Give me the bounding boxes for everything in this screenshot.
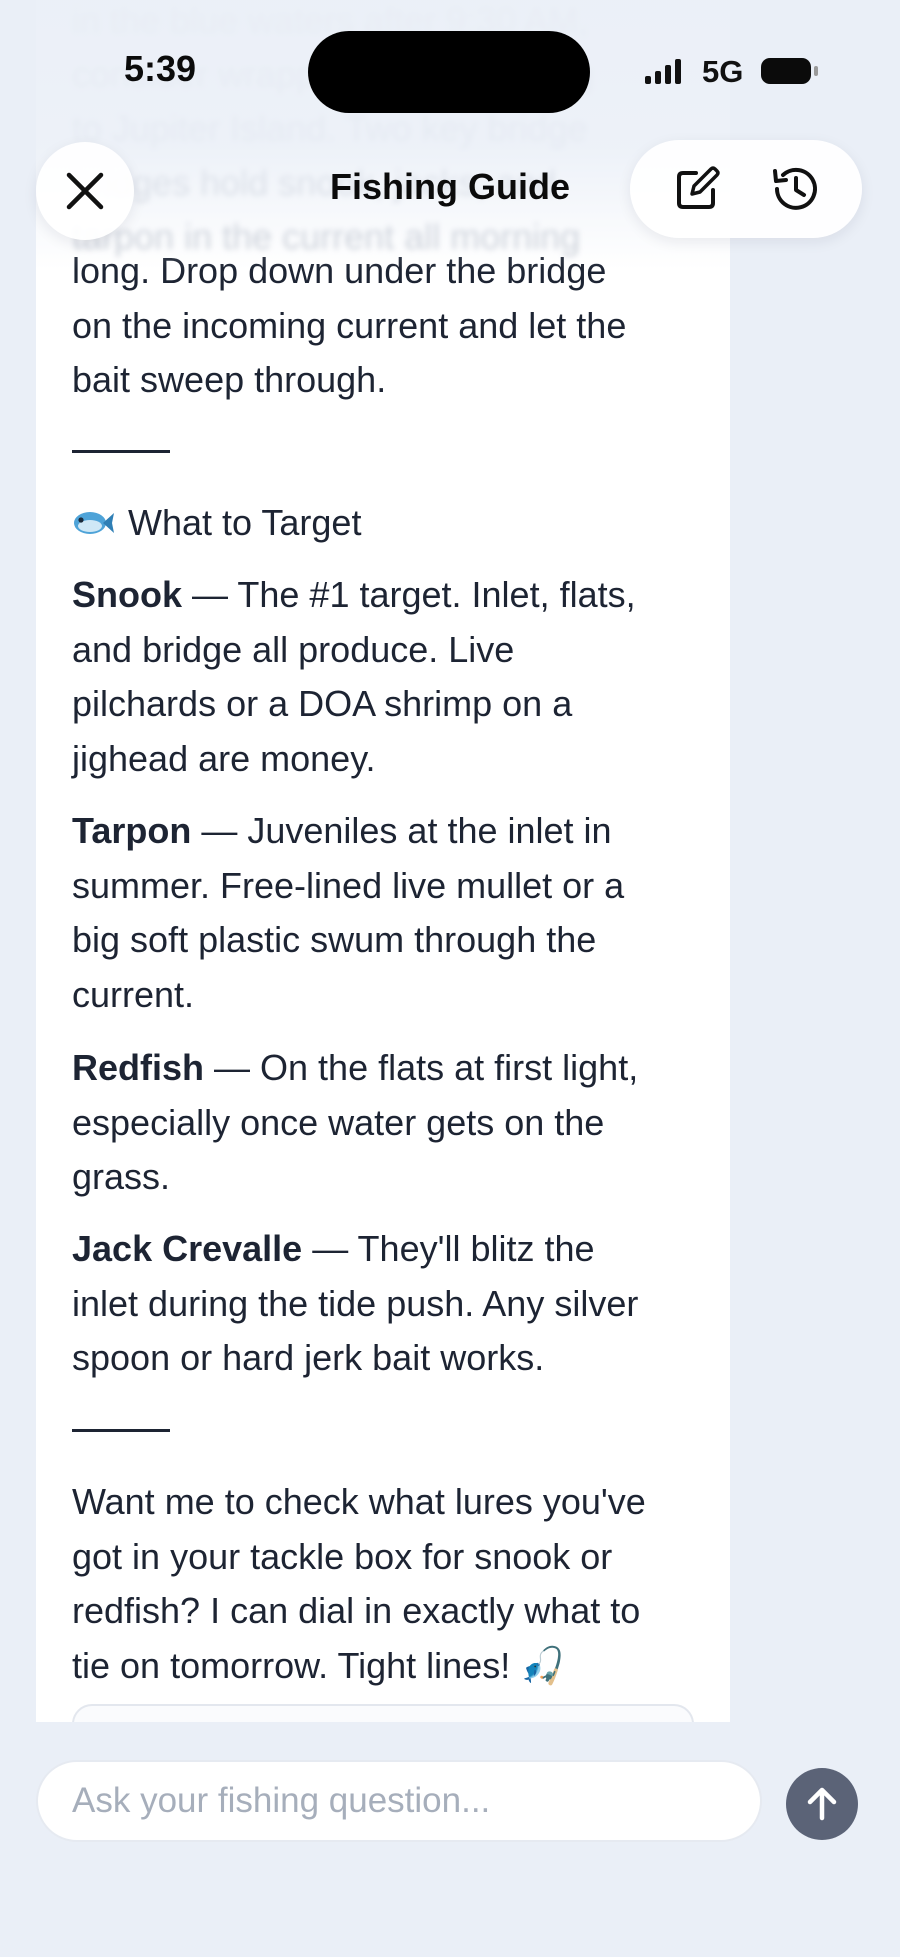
target-line: jighead are money. (72, 737, 376, 779)
network-type: 5G (702, 54, 744, 89)
new-chat-button[interactable] (667, 159, 727, 219)
closing-line: got in your tackle box for snook or (72, 1535, 613, 1577)
target-line: Tarpon — Juveniles at the inlet in (72, 804, 700, 859)
target-redfish: Redfish — On the flats at first light, e… (72, 1041, 700, 1205)
target-line: summer. Free-lined live mullet or a (72, 864, 625, 906)
history-button[interactable] (765, 159, 825, 219)
target-name: Jack Crevalle (72, 1228, 303, 1269)
target-text: — Juveniles at the inlet in (201, 810, 612, 851)
dynamic-island (308, 31, 590, 113)
section-heading-text: What to Target (128, 502, 362, 543)
fish-icon (74, 512, 114, 534)
signal-icon (645, 58, 681, 84)
closing-line: tie on tomorrow. Tight lines! 🎣 (72, 1644, 566, 1686)
intro-paragraph: long. Drop down under the bridge on the … (72, 244, 700, 408)
closing-line: Want me to check what lures you've (72, 1481, 646, 1522)
assistant-message-card: in the blue waters after 9:30 AM, consid… (36, 0, 730, 1722)
message-actions-bar (72, 1704, 694, 1722)
intro-line: bait sweep through. (72, 359, 387, 400)
battery-icon (761, 58, 818, 84)
intro-line: long. Drop down under the bridge (72, 250, 607, 291)
target-name: Snook (72, 574, 183, 615)
send-button[interactable] (786, 1768, 858, 1840)
target-name: Redfish (72, 1047, 205, 1088)
target-line: Jack Crevalle — They'll blitz the (72, 1222, 700, 1277)
target-line: and bridge all produce. Live (72, 628, 515, 670)
history-icon (773, 167, 817, 210)
arrow-up-icon (807, 1787, 837, 1821)
target-line: inlet during the tide push. Any silver (72, 1282, 639, 1324)
target-line: big soft plastic swum through the (72, 919, 597, 960)
target-name: Tarpon (72, 810, 192, 851)
section-heading: What to Target (72, 496, 361, 550)
intro-line: on the incoming current and let the (72, 304, 627, 346)
divider (72, 450, 170, 453)
status-time: 5:39 (124, 48, 197, 89)
target-line: grass. (72, 1156, 171, 1197)
closing-paragraph: Want me to check what lures you've got i… (72, 1475, 700, 1693)
target-line: spoon or hard jerk bait works. (72, 1337, 545, 1378)
target-line: current. (72, 973, 195, 1015)
closing-line: redfish? I can dial in exactly what to (72, 1590, 641, 1631)
target-jack-crevalle: Jack Crevalle — They'll blitz the inlet … (72, 1222, 700, 1386)
target-text: — They'll blitz the (312, 1228, 595, 1269)
target-text: — On the flats at first light, (214, 1047, 639, 1088)
target-line: Snook — The #1 target. Inlet, flats, (72, 568, 700, 623)
header-actions (630, 140, 862, 238)
compose-icon (677, 166, 720, 209)
target-snook: Snook — The #1 target. Inlet, flats, and… (72, 568, 700, 786)
divider (72, 1429, 170, 1432)
target-line: Redfish — On the flats at first light, (72, 1041, 700, 1096)
target-line: pilchards or a DOA shrimp on a (72, 683, 573, 724)
target-line: especially once water gets on the (72, 1101, 605, 1143)
target-text: — The #1 target. Inlet, flats, (192, 574, 636, 615)
target-tarpon: Tarpon — Juveniles at the inlet in summe… (72, 804, 700, 1022)
question-input[interactable] (36, 1760, 762, 1842)
